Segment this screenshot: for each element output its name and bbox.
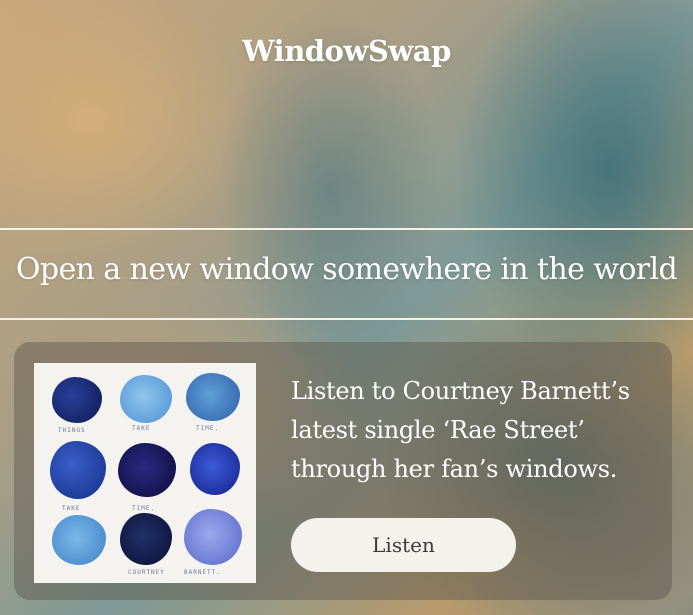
artwork-word: THINGS: [58, 427, 86, 434]
promo-card: THINGS TAKE TIME. TAKE TIME. COURTNEY BA…: [14, 342, 672, 600]
artwork-word: TAKE: [132, 425, 151, 432]
artwork-word: COURTNEY: [128, 569, 165, 576]
artwork-word: BARNETT.: [184, 569, 221, 576]
artwork-word: TIME.: [132, 505, 156, 512]
artwork-word: TIME.: [196, 425, 220, 432]
artwork-word: TAKE: [62, 505, 81, 512]
listen-button[interactable]: Listen: [291, 518, 516, 572]
album-artwork: THINGS TAKE TIME. TAKE TIME. COURTNEY BA…: [34, 363, 256, 583]
windowswap-logo[interactable]: WindowSwap: [0, 34, 693, 68]
divider-bottom: [0, 318, 693, 320]
promo-description: Listen to Courtney Barnett’s latest sing…: [291, 377, 630, 483]
divider-top: [0, 228, 693, 230]
tagline: Open a new window somewhere in the world: [15, 252, 678, 287]
